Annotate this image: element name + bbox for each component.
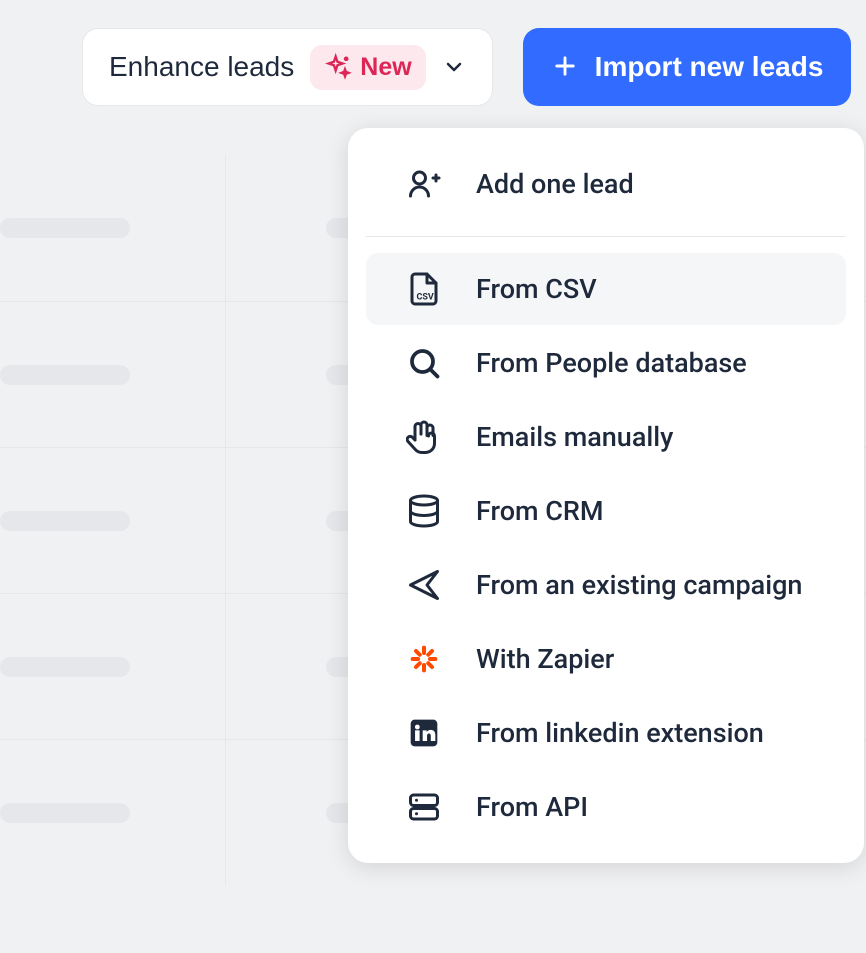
placeholder-bar: [0, 365, 130, 385]
emails-manually-item[interactable]: Emails manually: [366, 401, 846, 473]
chevron-down-icon: [442, 55, 466, 79]
new-badge-text: New: [360, 53, 411, 82]
search-icon: [406, 345, 442, 381]
linkedin-icon: [406, 715, 442, 751]
placeholder-bar: [0, 218, 130, 238]
placeholder-bar: [0, 511, 130, 531]
from-crm-label: From CRM: [476, 495, 604, 527]
from-api-label: From API: [476, 791, 588, 823]
add-one-lead-label: Add one lead: [476, 168, 634, 200]
from-csv-label: From CSV: [476, 273, 597, 305]
from-people-database-label: From People database: [476, 347, 747, 379]
import-dropdown: Add one lead CSV From CSV From People da…: [348, 128, 864, 863]
plus-icon: [551, 52, 579, 83]
add-one-lead-item[interactable]: Add one lead: [366, 148, 846, 220]
from-api-item[interactable]: From API: [366, 771, 846, 843]
with-zapier-item[interactable]: With Zapier: [366, 623, 846, 695]
zapier-icon: [406, 641, 442, 677]
placeholder-bar: [0, 657, 130, 677]
from-crm-item[interactable]: From CRM: [366, 475, 846, 547]
from-existing-campaign-item[interactable]: From an existing campaign: [366, 549, 846, 621]
server-icon: [406, 789, 442, 825]
from-linkedin-label: From linkedin extension: [476, 717, 764, 749]
enhance-leads-button[interactable]: Enhance leads New: [82, 28, 493, 106]
database-icon: [406, 493, 442, 529]
send-icon: [406, 567, 442, 603]
hand-icon: [406, 419, 442, 455]
import-new-leads-button[interactable]: Import new leads: [523, 28, 852, 106]
placeholder-bar: [0, 803, 130, 823]
from-csv-item[interactable]: CSV From CSV: [366, 253, 846, 325]
from-linkedin-item[interactable]: From linkedin extension: [366, 697, 846, 769]
from-existing-campaign-label: From an existing campaign: [476, 569, 802, 601]
import-new-leads-label: Import new leads: [595, 51, 824, 83]
menu-divider: [366, 236, 846, 237]
svg-text:CSV: CSV: [417, 293, 434, 303]
new-badge: New: [310, 45, 425, 90]
with-zapier-label: With Zapier: [476, 643, 614, 675]
toolbar: Enhance leads New Import new lead: [0, 0, 866, 106]
enhance-leads-label: Enhance leads: [109, 51, 294, 83]
emails-manually-label: Emails manually: [476, 421, 673, 453]
sparkle-icon: [324, 53, 352, 81]
person-add-icon: [406, 166, 442, 202]
file-csv-icon: CSV: [406, 271, 442, 307]
from-people-database-item[interactable]: From People database: [366, 327, 846, 399]
